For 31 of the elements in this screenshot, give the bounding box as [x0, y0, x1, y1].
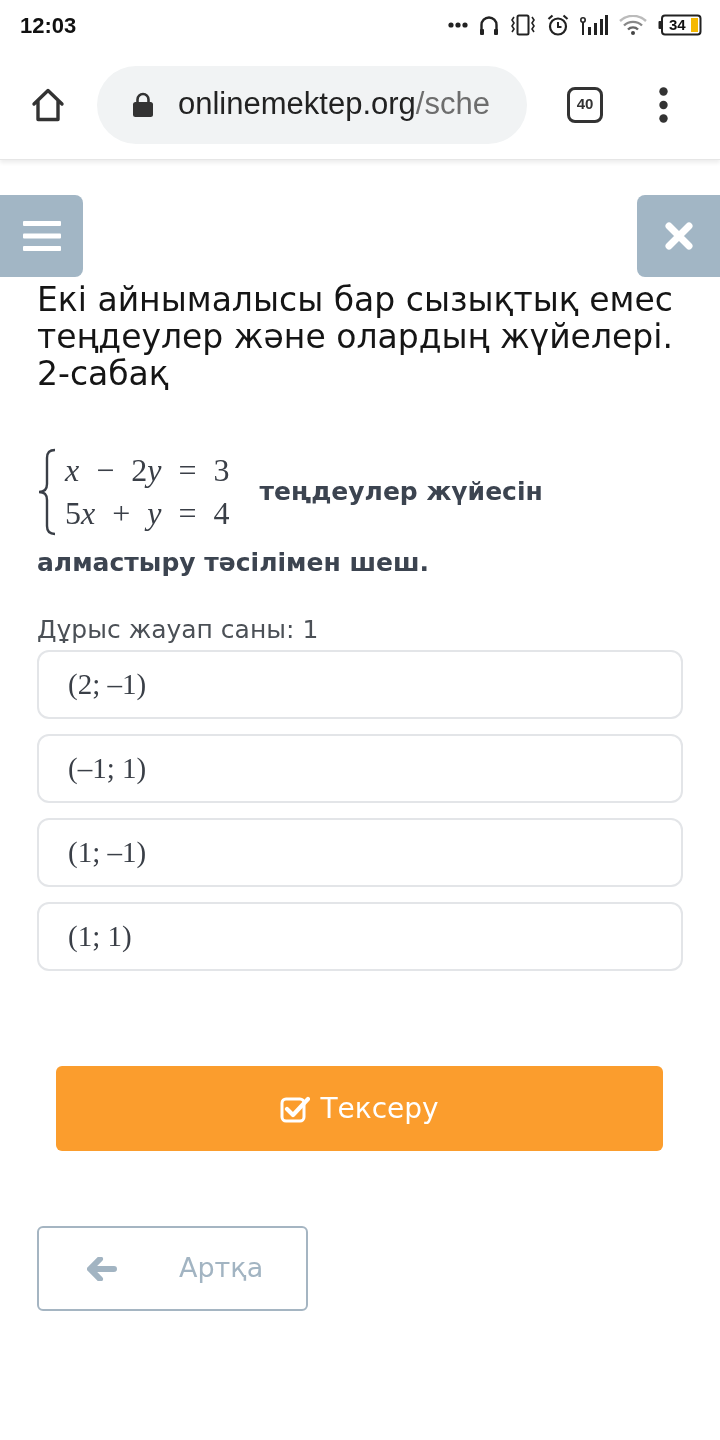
tab-switcher-button[interactable]: 40	[567, 86, 603, 123]
vibrate-icon	[510, 14, 536, 36]
checkbox-checked-icon	[280, 1094, 311, 1123]
lesson-title: Екі айнымалысы бар сызықтық емес теңдеулер және олардың жүйелері. 2-сабақ	[37, 281, 674, 392]
answer-count-text: Дұрыс жауап саны: 1	[37, 615, 319, 645]
question-text: теңдеулер жүйесін	[259, 477, 543, 507]
battery-level-text: 34	[669, 15, 686, 35]
more-vertical-icon	[658, 86, 668, 123]
menu-icon	[22, 221, 61, 251]
question-text: алмастыру тәсілімен шеш.	[37, 548, 429, 578]
more-menu-button[interactable]	[658, 85, 668, 124]
arrow-left-icon	[87, 1256, 117, 1281]
lock-icon	[132, 91, 154, 118]
more-dots-icon	[448, 22, 468, 28]
home-button[interactable]	[30, 86, 66, 123]
home-icon	[30, 86, 66, 123]
curly-brace-icon	[37, 448, 57, 536]
equation-line: x − 2y = 3	[65, 451, 230, 490]
alarm-clock-icon	[547, 14, 569, 36]
address-bar[interactable]: onlinemektep.org/sche	[97, 65, 527, 144]
wifi-icon	[619, 15, 647, 35]
battery-icon	[658, 14, 702, 36]
answer-option[interactable]: (1; –1)	[37, 818, 683, 887]
signal-icon	[580, 14, 608, 36]
headphones-icon	[479, 15, 499, 35]
answer-option[interactable]: (1; 1)	[37, 902, 683, 971]
answer-option[interactable]: (–1; 1)	[37, 734, 683, 803]
equation-line: 5x + y = 4	[65, 494, 230, 533]
close-icon	[664, 222, 693, 250]
status-time: 12:03	[20, 11, 77, 40]
answer-option[interactable]: (2; –1)	[37, 650, 683, 719]
